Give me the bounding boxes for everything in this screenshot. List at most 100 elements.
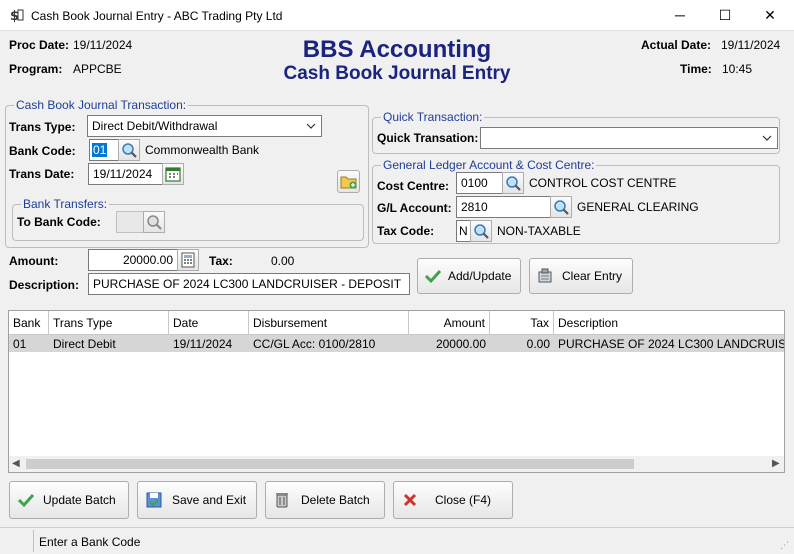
column-header-date[interactable]: Date xyxy=(169,311,249,335)
bank-name: Commonwealth Bank xyxy=(145,143,260,157)
transaction-legend: Cash Book Journal Transaction: xyxy=(16,98,187,112)
minimize-button[interactable]: ─ xyxy=(657,0,703,31)
trans-date-label: Trans Date: xyxy=(9,167,75,181)
amount-label: Amount: xyxy=(9,254,59,268)
status-panel xyxy=(0,530,34,552)
resize-grip-icon[interactable]: ⋰ xyxy=(780,540,789,551)
cost-centre-input[interactable]: 0100 xyxy=(456,172,504,194)
bank-code-input[interactable]: 01 xyxy=(89,139,119,161)
maximize-button[interactable]: ☐ xyxy=(702,0,748,31)
delete-batch-label: Delete Batch xyxy=(301,493,370,507)
clear-entry-button[interactable]: Clear Entry xyxy=(529,258,633,294)
scroll-left-icon[interactable]: ◀ xyxy=(12,458,20,469)
cell-disbursement: CC/GL Acc: 0100/2810 xyxy=(249,335,409,352)
quick-transaction-select[interactable] xyxy=(480,127,778,149)
time-value: 10:45 xyxy=(722,62,753,76)
attach-folder-button[interactable] xyxy=(337,170,360,193)
calculator-button[interactable] xyxy=(177,249,199,271)
close-icon xyxy=(403,493,417,507)
bank-code-value: 01 xyxy=(92,143,108,157)
scrollbar-thumb[interactable] xyxy=(26,459,634,469)
cost-centre-label: Cost Centre: xyxy=(377,179,450,193)
time-label: Time: xyxy=(680,62,712,76)
column-header-tax[interactable]: Tax xyxy=(490,311,554,335)
calendar-icon xyxy=(165,167,181,182)
cell-bank: 01 xyxy=(9,335,49,352)
tax-label: Tax: xyxy=(209,254,233,268)
checkmark-icon xyxy=(17,493,35,508)
quick-transaction-legend: Quick Transaction: xyxy=(383,110,483,124)
tax-code-name: NON-TAXABLE xyxy=(497,224,581,238)
tax-code-value: N xyxy=(459,224,468,238)
program-label: Program: xyxy=(9,62,63,76)
search-icon xyxy=(554,200,569,215)
add-update-button[interactable]: Add/Update xyxy=(417,258,521,294)
cell-description: PURCHASE OF 2024 LC300 LANDCRUIS xyxy=(554,335,784,352)
delete-batch-button[interactable]: Delete Batch xyxy=(265,481,385,519)
eraser-icon xyxy=(538,268,552,283)
search-icon xyxy=(474,224,489,239)
gl-account-lookup-button[interactable] xyxy=(550,196,572,218)
trans-date-picker-button[interactable] xyxy=(162,163,184,185)
app-icon: $ xyxy=(10,9,24,23)
app-title: BBS Accounting xyxy=(302,36,492,63)
column-header-amount[interactable]: Amount xyxy=(409,311,490,335)
to-bank-code-label: To Bank Code: xyxy=(17,215,101,229)
actual-date-value: 19/11/2024 xyxy=(721,38,781,52)
amount-value: 20000.00 xyxy=(122,253,173,267)
save-exit-button[interactable]: Save and Exit xyxy=(137,481,257,519)
chevron-down-icon xyxy=(762,135,772,141)
cost-centre-lookup-button[interactable] xyxy=(502,172,524,194)
column-header-bank[interactable]: Bank xyxy=(9,311,49,335)
gl-account-label: G/L Account: xyxy=(377,201,452,215)
update-batch-button[interactable]: Update Batch xyxy=(9,481,129,519)
trans-type-value: Direct Debit/Withdrawal xyxy=(92,119,218,133)
quick-transaction-label: Quick Transation: xyxy=(377,131,479,145)
program-value: APPCBE xyxy=(73,62,122,76)
trans-type-label: Trans Type: xyxy=(9,120,76,134)
close-button[interactable]: Close (F4) xyxy=(393,481,513,519)
gl-account-input[interactable]: 2810 xyxy=(456,196,552,218)
clear-entry-label: Clear Entry xyxy=(562,269,623,283)
cost-centre-value: 0100 xyxy=(461,176,488,190)
amount-input[interactable]: 20000.00 xyxy=(88,249,178,271)
gl-account-legend: General Ledger Account & Cost Centre: xyxy=(383,158,595,172)
search-icon xyxy=(506,176,521,191)
gl-account-value: 2810 xyxy=(461,200,488,214)
actual-date-label: Actual Date: xyxy=(641,38,712,52)
trash-icon xyxy=(276,493,288,508)
chevron-down-icon xyxy=(306,123,316,129)
column-header-description[interactable]: Description xyxy=(554,311,784,335)
folder-add-icon xyxy=(340,176,357,189)
status-bar: Enter a Bank Code ⋰ xyxy=(0,527,794,554)
to-bank-code-input[interactable] xyxy=(116,211,144,233)
bank-code-label: Bank Code: xyxy=(9,144,76,158)
column-header-disbursement[interactable]: Disbursement xyxy=(249,311,409,335)
save-exit-label: Save and Exit xyxy=(172,493,247,507)
update-batch-label: Update Batch xyxy=(43,493,116,507)
close-window-button[interactable]: ✕ xyxy=(747,0,793,31)
column-header-trans-type[interactable]: Trans Type xyxy=(49,311,169,335)
transactions-grid[interactable]: Bank Trans Type Date Disbursement Amount… xyxy=(8,310,785,473)
description-input[interactable]: PURCHASE OF 2024 LC300 LANDCRUISER - DEP… xyxy=(88,273,410,295)
cost-centre-name: CONTROL COST CENTRE xyxy=(529,176,677,190)
proc-date-label: Proc Date: xyxy=(9,38,70,52)
trans-type-select[interactable]: Direct Debit/Withdrawal xyxy=(87,115,322,137)
description-label: Description: xyxy=(9,278,80,292)
tax-code-lookup-button[interactable] xyxy=(470,220,492,242)
cell-amount: 20000.00 xyxy=(409,335,490,352)
add-update-label: Add/Update xyxy=(448,269,512,283)
trans-date-input[interactable]: 19/11/2024 xyxy=(88,163,163,185)
gl-account-name: GENERAL CLEARING xyxy=(577,200,699,214)
window-title: Cash Book Journal Entry - ABC Trading Pt… xyxy=(31,9,283,23)
search-icon xyxy=(122,143,137,158)
horizontal-scrollbar[interactable]: ◀ ▶ xyxy=(9,456,784,472)
scroll-right-icon[interactable]: ▶ xyxy=(772,458,780,469)
to-bank-code-lookup-button[interactable] xyxy=(143,211,165,233)
title-bar: $ Cash Book Journal Entry - ABC Trading … xyxy=(0,0,794,31)
cell-tax: 0.00 xyxy=(490,335,554,352)
calculator-icon xyxy=(181,252,195,268)
cell-date: 19/11/2024 xyxy=(169,335,249,352)
bank-code-lookup-button[interactable] xyxy=(118,139,140,161)
tax-value: 0.00 xyxy=(271,254,295,268)
